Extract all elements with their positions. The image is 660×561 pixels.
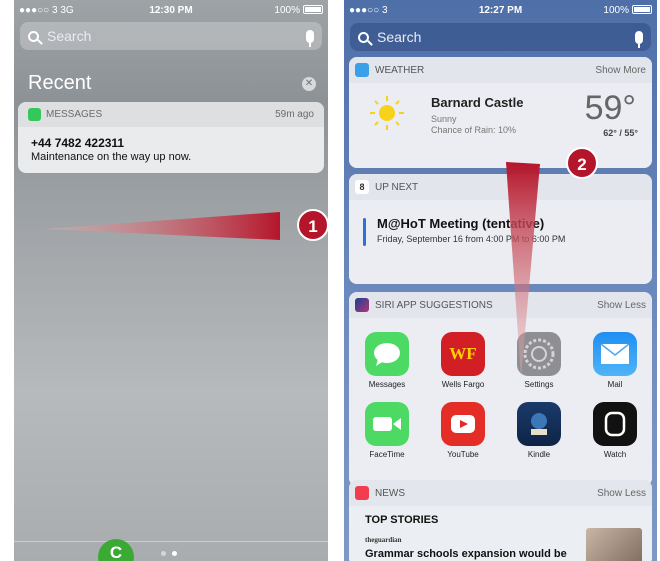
microphone-icon[interactable] <box>635 30 643 48</box>
search-input[interactable]: Search <box>350 23 651 51</box>
weather-header: WEATHER Show More <box>349 57 652 83</box>
messages-icon <box>365 332 409 376</box>
youtube-play-icon <box>441 402 485 446</box>
status-bar: ●●●○○ 3 3G 12:30 PM 100% <box>14 0 328 20</box>
upnext-title: UP NEXT <box>375 181 419 193</box>
notification-app-name: MESSAGES <box>46 109 103 120</box>
upnext-body: M@HoT Meeting (tentative) Friday, Septem… <box>349 200 652 284</box>
app-watch[interactable]: Watch <box>585 402 645 459</box>
app-label: YouTube <box>447 450 479 459</box>
siri-icon <box>355 298 369 312</box>
app-label: Settings <box>524 380 554 389</box>
battery-indicator: 100% <box>603 5 652 16</box>
swipe-arrow <box>506 162 540 378</box>
battery-indicator: 100% <box>274 5 323 16</box>
carrier-label: ●●●○○ 3 3G <box>19 4 74 16</box>
messages-app-icon <box>28 108 41 121</box>
app-label: FaceTime <box>369 450 405 459</box>
app-label: Wells Fargo <box>441 380 485 389</box>
wells-fargo-icon: WF <box>441 332 485 376</box>
app-mail[interactable]: Mail <box>585 332 645 389</box>
message-notification[interactable]: MESSAGES 59m ago +44 7482 422311 Mainten… <box>18 102 324 173</box>
app-facetime[interactable]: FaceTime <box>357 402 417 459</box>
search-placeholder: Search <box>47 28 92 44</box>
weather-widget[interactable]: WEATHER Show More Barnard Castle Sunny C… <box>349 57 652 168</box>
search-icon <box>28 30 39 42</box>
upnext-widget[interactable]: 8 UP NEXT M@HoT Meeting (tentative) Frid… <box>349 174 652 284</box>
weather-description: Sunny Chance of Rain: 10% <box>431 114 516 136</box>
page-dot <box>161 551 166 556</box>
facetime-camera-icon <box>365 402 409 446</box>
search-input[interactable]: Search <box>20 22 322 50</box>
news-thumbnail[interactable] <box>586 528 642 561</box>
page-indicator[interactable] <box>161 551 177 556</box>
notification-body: +44 7482 422311 Maintenance on the way u… <box>18 127 324 173</box>
weather-app-icon <box>355 63 369 77</box>
clear-notifications-button[interactable]: ✕ <box>302 77 316 91</box>
notification-header: MESSAGES 59m ago <box>18 102 324 127</box>
upnext-header: 8 UP NEXT <box>349 174 652 200</box>
news-body: TOP STORIES theguardian Grammar schools … <box>349 506 652 561</box>
weather-rain: Chance of Rain: 10% <box>431 125 517 135</box>
notification-time: 59m ago <box>275 109 314 120</box>
status-bar: ●●●○○ 3 12:27 PM 100% <box>344 0 657 20</box>
app-label: Messages <box>368 380 406 389</box>
news-section: TOP STORIES <box>365 514 439 526</box>
news-source: theguardian <box>365 536 402 544</box>
news-show-less-button[interactable]: Show Less <box>597 488 646 499</box>
swipe-arrow <box>44 212 280 240</box>
carrier-label: ●●●○○ 3 <box>349 4 388 16</box>
weather-high-low: 62° / 55° <box>603 128 638 138</box>
news-title: NEWS <box>375 487 405 499</box>
sun-icon <box>370 96 404 130</box>
app-kindle[interactable]: Kindle <box>509 402 569 459</box>
siri-show-less-button[interactable]: Show Less <box>597 300 646 311</box>
search-placeholder: Search <box>377 29 422 45</box>
mail-envelope-icon <box>593 332 637 376</box>
right-screen: ●●●○○ 3 12:27 PM 100% Search WEATHER Sho… <box>344 0 657 561</box>
news-headline[interactable]: Grammar schools expansion would be <box>365 548 567 560</box>
news-widget[interactable]: NEWS Show Less TOP STORIES theguardian G… <box>349 480 652 561</box>
weather-city: Barnard Castle <box>431 95 524 110</box>
siri-title: SIRI APP SUGGESTIONS <box>375 299 493 311</box>
microphone-icon[interactable] <box>306 29 314 47</box>
battery-icon <box>303 5 323 15</box>
calendar-app-icon: 8 <box>355 180 369 194</box>
app-label: Watch <box>603 450 627 459</box>
app-label: Mail <box>607 380 623 389</box>
event-color-bar <box>363 218 366 246</box>
watch-icon <box>593 402 637 446</box>
siri-apps-grid: Messages WF Wells Fargo Settings Mail Fa… <box>349 318 652 486</box>
weather-condition: Sunny <box>431 114 457 124</box>
recent-heading: Recent <box>28 72 92 94</box>
news-app-icon <box>355 486 369 500</box>
battery-icon <box>632 5 652 15</box>
search-icon <box>358 31 369 43</box>
kindle-reader-icon <box>517 402 561 446</box>
left-screen: ●●●○○ 3 3G 12:30 PM 100% Search Recent ✕… <box>14 0 328 561</box>
weather-show-more-button[interactable]: Show More <box>595 65 646 76</box>
page-dot-active <box>172 551 177 556</box>
app-wells-fargo[interactable]: WF Wells Fargo <box>433 332 493 389</box>
siri-header: SIRI APP SUGGESTIONS Show Less <box>349 292 652 318</box>
app-label: Kindle <box>527 450 551 459</box>
callout-1: 1 <box>297 209 329 241</box>
callout-2: 2 <box>566 147 598 179</box>
notification-sender: +44 7482 422311 <box>31 136 125 150</box>
weather-title: WEATHER <box>375 64 425 76</box>
notification-text: Maintenance on the way up now. <box>31 151 192 163</box>
siri-suggestions-widget: SIRI APP SUGGESTIONS Show Less Messages … <box>349 292 652 486</box>
news-header: NEWS Show Less <box>349 480 652 506</box>
app-messages[interactable]: Messages <box>357 332 417 389</box>
weather-temperature: 59° <box>584 89 636 127</box>
app-youtube[interactable]: YouTube <box>433 402 493 459</box>
weather-body: Barnard Castle Sunny Chance of Rain: 10%… <box>349 83 652 168</box>
